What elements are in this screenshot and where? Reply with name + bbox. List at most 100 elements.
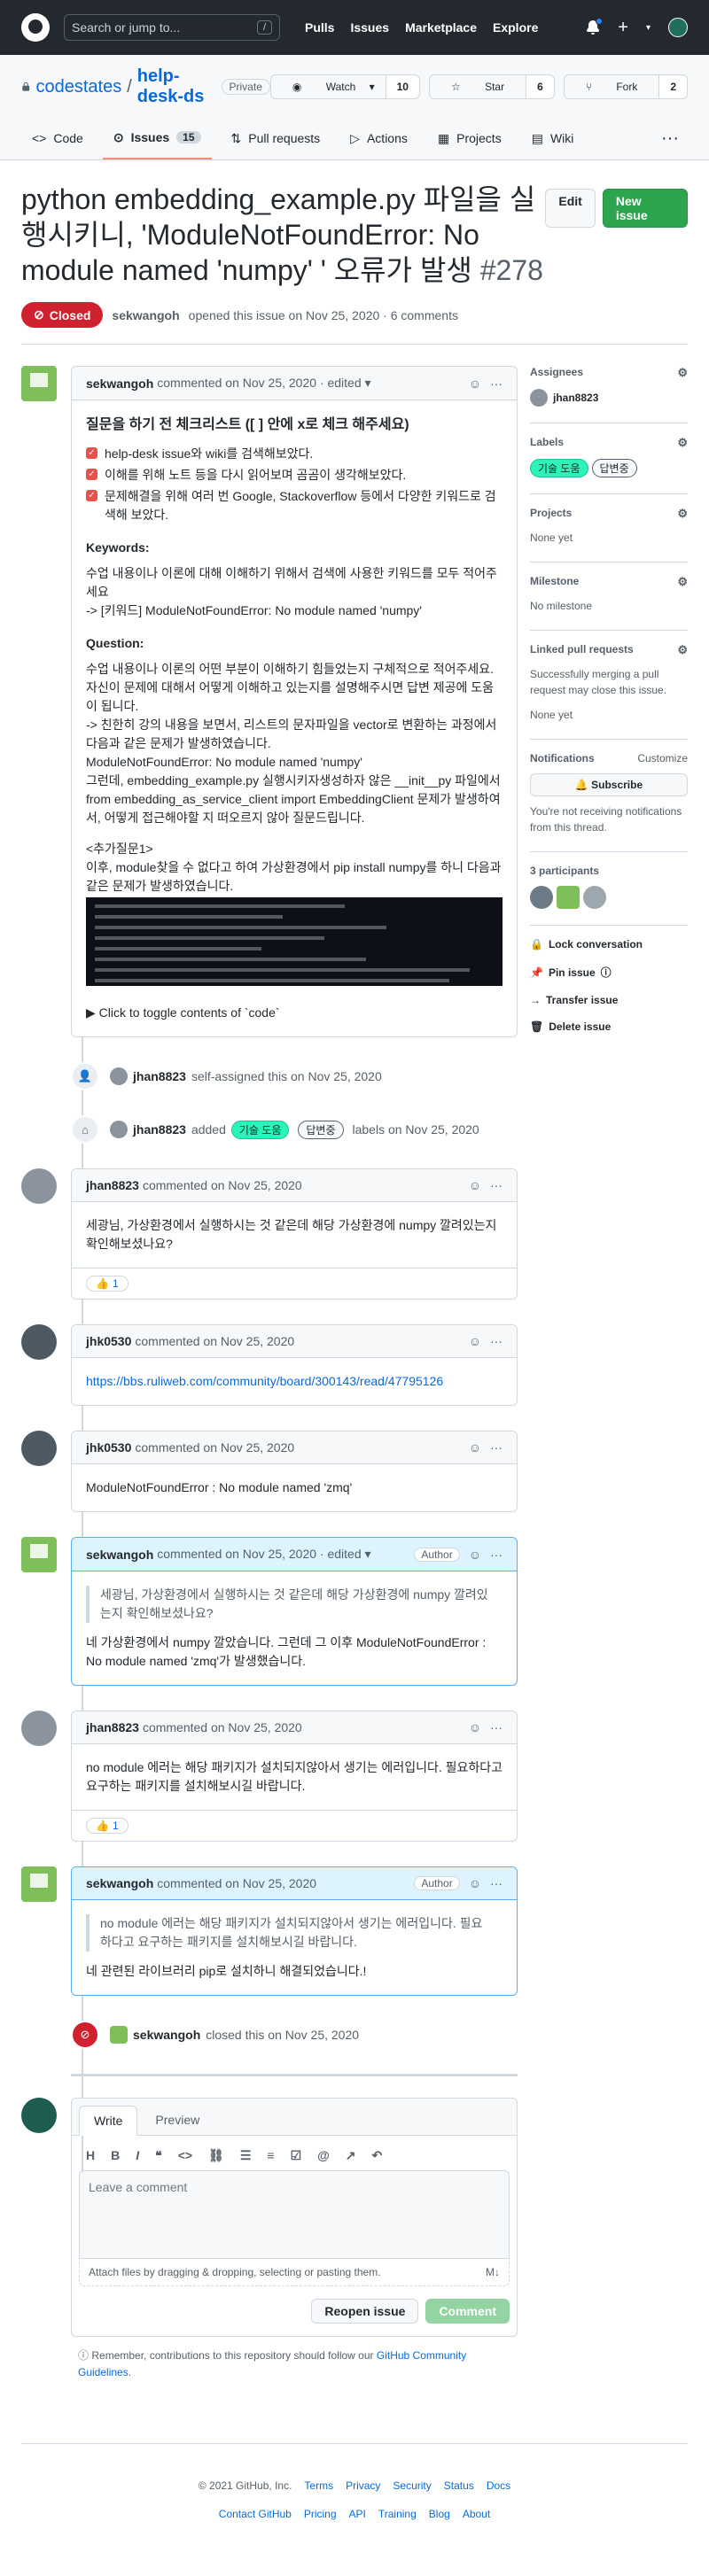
subscribe-button[interactable]: 🔔 Subscribe	[530, 773, 688, 796]
smiley-icon[interactable]: ☺	[469, 1334, 481, 1348]
comment-author[interactable]: jhan8823	[86, 1178, 139, 1192]
kebab-menu-icon[interactable]: ···	[490, 1178, 503, 1192]
issue-author-link[interactable]: sekwangoh	[112, 308, 179, 322]
avatar[interactable]	[557, 886, 580, 909]
reply-icon[interactable]: ↶	[372, 2148, 383, 2163]
comment-meta[interactable]: commented on Nov 25, 2020	[135, 1334, 294, 1348]
comment-meta[interactable]: commented on Nov 25, 2020	[143, 1178, 302, 1192]
customize-link[interactable]: Customize	[637, 752, 688, 764]
smiley-icon[interactable]: ☺	[469, 376, 481, 391]
italic-icon[interactable]: I	[136, 2148, 139, 2163]
checkbox-icon[interactable]: ✓	[86, 490, 97, 501]
new-issue-button[interactable]: New issue	[602, 189, 688, 228]
tab-issues[interactable]: ⊙ Issues 15	[102, 117, 212, 159]
gear-icon[interactable]: ⚙	[677, 575, 688, 589]
watch-count[interactable]: 10	[385, 75, 419, 98]
comment-meta[interactable]: commented on Nov 25, 2020 · edited ▾	[157, 376, 370, 391]
bold-icon[interactable]: B	[111, 2148, 120, 2163]
avatar[interactable]	[110, 1067, 128, 1085]
kebab-menu-icon[interactable]: ···	[490, 1334, 503, 1348]
comment-author[interactable]: jhk0530	[86, 1334, 131, 1348]
footer-link-contact[interactable]: Contact GitHub	[219, 2508, 292, 2520]
mention-icon[interactable]: @	[317, 2148, 330, 2163]
footer-link-training[interactable]: Training	[378, 2508, 417, 2520]
footer-link-status[interactable]: Status	[444, 2479, 474, 2492]
avatar[interactable]	[110, 1121, 128, 1138]
smiley-icon[interactable]: ☺	[469, 1720, 481, 1734]
create-new-plus-icon[interactable]: +	[618, 18, 628, 38]
avatar[interactable]	[21, 1711, 57, 1746]
avatar[interactable]	[110, 2026, 128, 2044]
checkbox-icon[interactable]: ✓	[86, 469, 97, 480]
link-icon[interactable]: ⛓	[208, 2148, 224, 2163]
external-link[interactable]: https://bbs.ruliweb.com/community/board/…	[86, 1374, 443, 1388]
comment-meta[interactable]: commented on Nov 25, 2020 · edited ▾	[157, 1547, 370, 1562]
kebab-menu-icon[interactable]: ···	[490, 1720, 503, 1734]
code-details-toggle[interactable]: ▶ Click to toggle contents of `code`	[86, 1004, 503, 1022]
footer-link-api[interactable]: API	[349, 2508, 366, 2520]
comment-textarea[interactable]: Leave a comment	[79, 2170, 510, 2259]
nav-issues[interactable]: Issues	[350, 20, 389, 35]
footer-link-pricing[interactable]: Pricing	[304, 2508, 337, 2520]
avatar[interactable]	[21, 1168, 57, 1204]
github-logo-icon[interactable]	[21, 13, 50, 42]
event-actor[interactable]: jhan8823	[133, 1122, 186, 1137]
gear-icon[interactable]: ⚙	[677, 507, 688, 521]
avatar[interactable]	[583, 886, 606, 909]
bullet-list-icon[interactable]: ☰	[240, 2148, 252, 2163]
notifications-bell-icon[interactable]	[586, 18, 604, 35]
kebab-menu-icon[interactable]: ···	[490, 1876, 503, 1890]
tab-wiki[interactable]: ▤ Wiki	[521, 117, 585, 159]
nav-marketplace[interactable]: Marketplace	[405, 20, 477, 35]
comment-author[interactable]: sekwangoh	[86, 1548, 153, 1562]
quote-icon[interactable]: ❝	[155, 2148, 162, 2163]
kebab-menu-icon[interactable]: ···	[490, 376, 503, 391]
label-tech-help[interactable]: 기술 도움	[530, 459, 588, 477]
comment-meta[interactable]: commented on Nov 25, 2020	[157, 1876, 316, 1890]
reopen-issue-button[interactable]: Reopen issue	[311, 2299, 419, 2324]
lock-conversation-button[interactable]: 🔒 Lock conversation	[530, 938, 688, 950]
edit-title-button[interactable]: Edit	[545, 189, 596, 228]
star-count[interactable]: 6	[526, 75, 554, 98]
label-tech-help[interactable]: 기술 도움	[230, 1120, 290, 1139]
avatar[interactable]	[21, 1324, 57, 1360]
footer-link-about[interactable]: About	[463, 2508, 490, 2520]
avatar[interactable]	[21, 366, 57, 401]
thumbs-up-reaction[interactable]: 👍 1	[86, 1818, 129, 1834]
file-attach-area[interactable]: Attach files by dragging & dropping, sel…	[79, 2259, 510, 2286]
gear-icon[interactable]: ⚙	[677, 643, 688, 657]
comment-meta[interactable]: commented on Nov 25, 2020	[135, 1440, 294, 1455]
smiley-icon[interactable]: ☺	[469, 1178, 481, 1192]
cross-reference-icon[interactable]: ↗	[346, 2148, 356, 2163]
numbered-list-icon[interactable]: ≡	[267, 2148, 274, 2163]
footer-link-terms[interactable]: Terms	[304, 2479, 333, 2492]
assignee-link[interactable]: jhan8823	[553, 390, 598, 406]
user-avatar[interactable]	[668, 18, 688, 37]
smiley-icon[interactable]: ☺	[469, 1440, 481, 1455]
nav-explore[interactable]: Explore	[493, 20, 538, 35]
tab-code[interactable]: <> Code	[21, 117, 94, 159]
comment-button[interactable]: Comment	[425, 2299, 510, 2324]
repo-name-link[interactable]: help-desk-ds	[137, 66, 209, 107]
milestone-heading[interactable]: Milestone	[530, 575, 579, 589]
linked-prs-heading[interactable]: Linked pull requests	[530, 643, 634, 657]
gear-icon[interactable]: ⚙	[677, 436, 688, 450]
avatar[interactable]	[530, 886, 553, 909]
avatar[interactable]	[21, 1431, 57, 1466]
tab-actions[interactable]: ▷ Actions	[339, 117, 418, 159]
heading-icon[interactable]: H	[86, 2148, 95, 2163]
search-input[interactable]: Search or jump to... /	[64, 14, 280, 41]
tab-projects[interactable]: ▦ Projects	[427, 117, 512, 159]
footer-link-security[interactable]: Security	[393, 2479, 431, 2492]
task-list-icon[interactable]: ☑	[291, 2148, 302, 2163]
gear-icon[interactable]: ⚙	[677, 366, 688, 380]
more-tabs-icon[interactable]: ···	[652, 117, 688, 159]
footer-link-docs[interactable]: Docs	[487, 2479, 510, 2492]
delete-issue-button[interactable]: 🗑 Delete issue	[530, 1020, 688, 1033]
watch-button[interactable]: ◉ Watch ▾ 10	[269, 74, 420, 99]
footer-link-privacy[interactable]: Privacy	[346, 2479, 380, 2492]
fork-count[interactable]: 2	[658, 75, 687, 98]
label-answering[interactable]: 답변중	[591, 459, 637, 477]
footer-link-blog[interactable]: Blog	[429, 2508, 450, 2520]
kebab-menu-icon[interactable]: ···	[490, 1440, 503, 1455]
